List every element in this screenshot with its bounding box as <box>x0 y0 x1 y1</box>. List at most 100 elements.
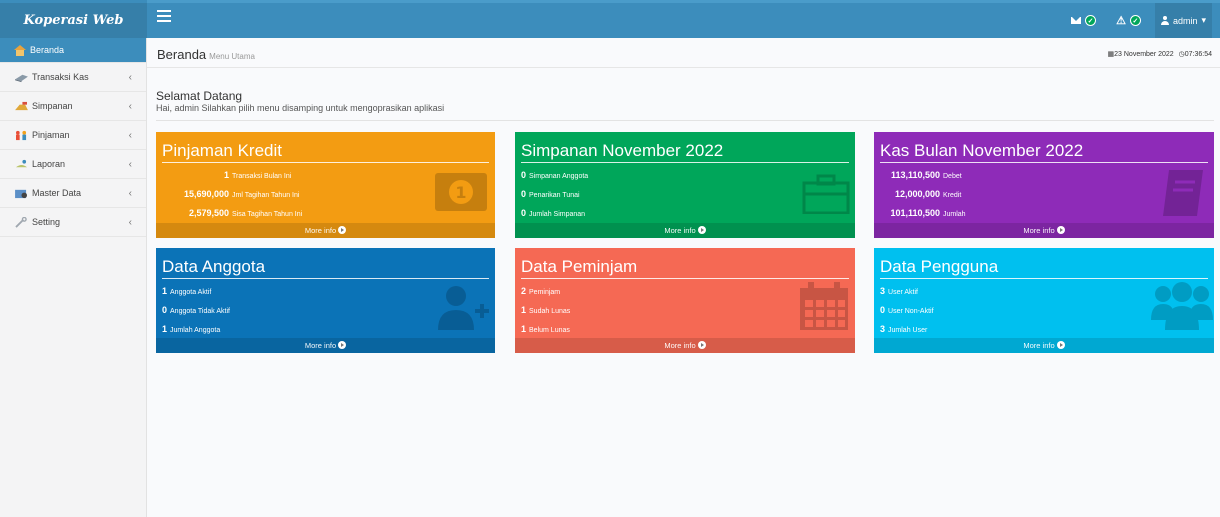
sidebar-item-laporan[interactable]: Laporan ‹ <box>0 150 146 179</box>
box-row: 2 Peminjam <box>521 282 849 301</box>
sidebar-toggle-icon[interactable] <box>157 10 171 24</box>
more-info-link[interactable]: More info <box>156 338 495 353</box>
box-row-value: 1 <box>521 324 527 334</box>
sidebar-item-transaksi-kas[interactable]: Transaksi Kas ‹ <box>0 63 146 92</box>
divider <box>156 120 1214 121</box>
box-row-value: 1 <box>521 305 527 315</box>
top-navbar: ✓ ⚠ ✓ admin ▾ <box>147 0 1220 38</box>
box-row-value: 0 <box>880 305 886 315</box>
box-row-value: 0 <box>521 189 527 199</box>
more-info-label: More info <box>304 226 337 235</box>
loan-icon <box>16 130 27 140</box>
box-row-label: Kredit <box>943 192 962 199</box>
box-row-value: 1 <box>162 286 168 296</box>
sidebar-item-label: Setting <box>32 217 61 227</box>
box-row: 12,000,000 Kredit <box>880 185 1208 204</box>
page-subtitle: Menu Utama <box>209 52 255 61</box>
messages-menu[interactable]: ✓ <box>1065 3 1102 38</box>
report-icon <box>16 159 27 167</box>
box-row: 3 User Aktif <box>880 282 1208 301</box>
app-logo[interactable]: Koperasi Web <box>0 0 147 38</box>
box-row-label: Anggota Aktif <box>170 289 212 296</box>
box-title: Data Peminjam <box>521 257 849 279</box>
box-row: 101,110,500 Jumlah <box>880 204 1208 223</box>
data-peminjam-box: Data Peminjam 2 Peminjam 1 Sudah Lunas 1 Be… <box>515 248 855 353</box>
box-row: 0 Penarikan Tunai <box>521 185 849 204</box>
user-icon <box>1160 16 1169 25</box>
box-row: 15,690,000 Jml Tagihan Tahun Ini <box>162 185 489 204</box>
box-row-label: Sisa Tagihan Tahun Ini <box>232 211 303 218</box>
sidebar: Beranda Transaksi Kas ‹ Simpanan ‹ Pinja… <box>0 38 147 517</box>
user-name: admin <box>1172 15 1198 26</box>
box-row-label: Transaksi Bulan Ini <box>232 173 292 180</box>
welcome-title: Selamat Datang <box>156 89 243 103</box>
box-title: Data Anggota <box>162 257 489 279</box>
chevron-left-icon: ‹ <box>128 71 132 83</box>
arrow-circle-right-icon <box>697 341 706 349</box>
more-info-label: More info <box>664 226 696 235</box>
box-row-label: User Non-Aktif <box>888 308 934 315</box>
navbar-right: ✓ ⚠ ✓ admin ▾ <box>1065 3 1212 38</box>
more-info-link[interactable]: More info <box>874 223 1214 238</box>
arrow-circle-right-icon <box>338 341 347 349</box>
sidebar-item-label: Master Data <box>32 188 82 198</box>
arrow-circle-right-icon <box>338 226 347 234</box>
box-row-value: 1 <box>223 170 229 180</box>
chevron-left-icon: ‹ <box>128 129 132 141</box>
warning-icon: ⚠ <box>1116 15 1126 27</box>
box-row: 0 Simpanan Anggota <box>521 166 849 185</box>
box-title: Pinjaman Kredit <box>162 141 489 163</box>
box-row: 1 Sudah Lunas <box>521 301 849 320</box>
box-row: 1 Belum Lunas <box>521 320 849 339</box>
more-info-link[interactable]: More info <box>156 223 495 238</box>
sidebar-item-simpanan[interactable]: Simpanan ‹ <box>0 92 146 121</box>
check-badge-icon: ✓ <box>1129 15 1141 26</box>
more-info-label: More info <box>1023 226 1055 235</box>
box-row-value: 113,110,500 <box>890 170 940 180</box>
datetime: ▦23 November 2022 ◷07:36:54 <box>1108 50 1212 58</box>
user-menu[interactable]: admin ▾ <box>1154 3 1212 38</box>
box-row-label: Penarikan Tunai <box>529 192 580 199</box>
box-row-label: Jumlah User <box>888 327 928 334</box>
date-text: 23 November 2022 <box>1114 51 1174 58</box>
sidebar-item-label: Pinjaman <box>32 130 70 140</box>
sidebar-item-pinjaman[interactable]: Pinjaman ‹ <box>0 121 146 150</box>
more-info-label: More info <box>1023 341 1055 350</box>
chevron-left-icon: ‹ <box>128 216 132 228</box>
chevron-left-icon: ‹ <box>128 100 132 112</box>
box-row-value: 1 <box>162 324 168 334</box>
sidebar-item-beranda[interactable]: Beranda <box>0 38 146 63</box>
arrow-circle-right-icon <box>697 226 706 234</box>
more-info-label: More info <box>664 341 696 350</box>
box-row-label: Jumlah Anggota <box>170 327 221 334</box>
kas-box: Kas Bulan November 2022 113,110,500 Debet… <box>874 132 1214 238</box>
box-row-label: Anggota Tidak Aktif <box>170 308 230 315</box>
box-row-label: User Aktif <box>888 289 918 296</box>
notifications-menu[interactable]: ⚠ ✓ <box>1110 3 1147 38</box>
data-pengguna-box: Data Pengguna 3 User Aktif 0 User Non-Akti… <box>874 248 1214 353</box>
pinjaman-kredit-box: 1 Pinjaman Kredit 1 Transaksi Bulan Ini 1… <box>156 132 495 238</box>
sidebar-item-master-data[interactable]: Master Data ‹ <box>0 179 146 208</box>
more-info-link[interactable]: More info <box>874 338 1214 353</box>
box-row: 0 User Non-Aktif <box>880 301 1208 320</box>
envelope-icon <box>1071 17 1082 24</box>
box-row-value: 0 <box>521 170 527 180</box>
arrow-circle-right-icon <box>1056 341 1065 349</box>
box-row-value: 0 <box>521 208 527 218</box>
chevron-left-icon: ‹ <box>128 187 132 199</box>
more-info-link[interactable]: More info <box>515 223 855 238</box>
database-icon <box>15 189 27 198</box>
box-row-label: Jumlah <box>943 211 966 218</box>
page-title: Beranda Menu Utama <box>157 47 255 62</box>
box-row-value: 12,000,000 <box>894 189 940 199</box>
sidebar-item-setting[interactable]: Setting ‹ <box>0 208 146 237</box>
box-row-label: Debet <box>943 173 962 180</box>
box-row-label: Jumlah Simpanan <box>529 211 586 218</box>
content-header: Beranda Menu Utama ▦23 November 2022 ◷07:… <box>147 38 1220 68</box>
box-row-label: Sudah Lunas <box>529 308 571 315</box>
cash-icon <box>15 74 28 82</box>
box-row-value: 3 <box>880 286 886 296</box>
more-info-link[interactable]: More info <box>515 338 855 353</box>
box-row: 0 Jumlah Simpanan <box>521 204 849 223</box>
box-title: Kas Bulan November 2022 <box>880 141 1208 163</box>
